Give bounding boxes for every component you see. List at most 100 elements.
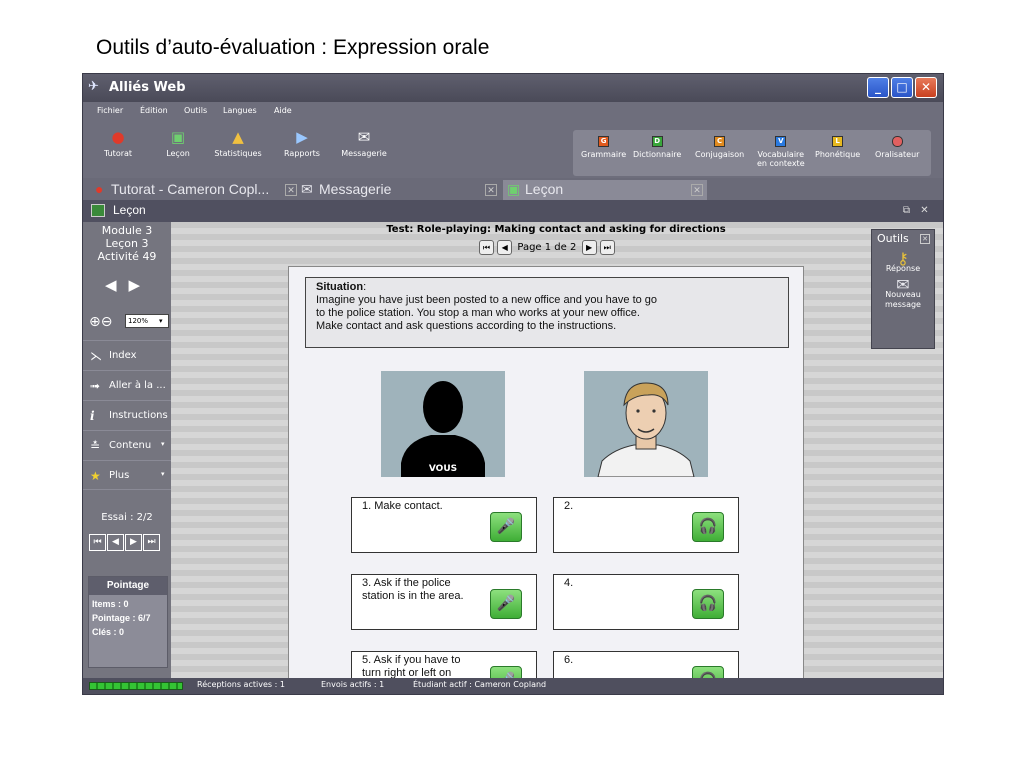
situation-line: Make contact and ask questions according… [316, 320, 617, 332]
prompt-box-3: 3. Ask if the police station is in the a… [351, 574, 537, 630]
prompt-box-6: 6. 🎧 [553, 651, 739, 678]
message-icon: ✉ [357, 128, 371, 146]
oralisateur-button[interactable]: Oralisateur [875, 136, 919, 159]
statistiques-button[interactable]: ▲ Statistiques [209, 128, 267, 158]
lesson-content: Test: Role-playing: Making contact and a… [171, 222, 943, 678]
menu-edition[interactable]: Édition [140, 106, 168, 115]
messagerie-button[interactable]: ✉ Messagerie [335, 128, 393, 158]
listen-button[interactable]: 🎧 [692, 512, 724, 542]
prompt-box-4: 4. 🎧 [553, 574, 739, 630]
reports-folder-icon: ▶ [296, 128, 308, 146]
last-page-icon[interactable]: ⏭ [599, 240, 615, 255]
toolbar: ● Tutorat ▣ Leçon ▲ Statistiques ▶ Rappo… [83, 122, 943, 178]
score-header: Pointage [89, 577, 167, 595]
tab-close-icon[interactable]: ✕ [485, 184, 497, 196]
tab-tutorat-label: Tutorat - Cameron Copl... [111, 181, 270, 197]
menu-fichier[interactable]: Fichier [97, 106, 123, 115]
tab-lecon[interactable]: ▣ Leçon ✕ [503, 180, 707, 200]
chevron-down-icon: ▾ [161, 440, 165, 448]
lecon-button[interactable]: ▣ Leçon [149, 128, 207, 158]
lecon-label: Leçon [166, 149, 190, 158]
minimize-button[interactable]: _ [867, 77, 889, 98]
page-indicator: Page 1 de 2 [517, 242, 577, 253]
activity-progress-bar [89, 682, 183, 690]
conjugation-icon: C [714, 136, 726, 147]
close-button[interactable]: ✕ [915, 77, 937, 98]
listen-button[interactable]: 🎧 [692, 589, 724, 619]
tab-messagerie[interactable]: ✉ Messagerie ✕ [299, 180, 499, 200]
tutorat-button[interactable]: ● Tutorat [89, 128, 147, 158]
rapports-label: Rapports [284, 149, 320, 158]
close-icon[interactable]: ✕ [917, 203, 932, 218]
zoom-controls: ⊕⊖ [89, 314, 112, 330]
test-title: Test: Role-playing: Making contact and a… [386, 224, 726, 235]
speaker-icon [891, 136, 903, 147]
zoom-select[interactable]: 120% ▾ [125, 314, 169, 328]
dictionnaire-button[interactable]: D Dictionnaire [633, 136, 681, 159]
grammaire-button[interactable]: G Grammaire [581, 136, 626, 159]
menu-outils[interactable]: Outils [184, 106, 207, 115]
record-microphone-button[interactable]: 🎤 [490, 512, 522, 542]
conjugaison-button[interactable]: C Conjugaison [695, 136, 744, 159]
zoom-out-icon[interactable]: ⊖ [101, 314, 113, 330]
prompt-text: 1. Make contact. [362, 500, 443, 512]
tab-close-icon[interactable]: ✕ [285, 184, 297, 196]
language-tools-group: G Grammaire D Dictionnaire C Conjugaison… [573, 130, 931, 176]
previous-arrow-icon[interactable]: ◀ [105, 276, 129, 294]
first-page-icon[interactable]: ⏮ [479, 240, 494, 255]
menu-aide[interactable]: Aide [274, 106, 292, 115]
page-navigator: ⏮ ◀ Page 1 de 2 ▶ ⏭ [479, 240, 615, 255]
lesson-monitor-icon: ▣ [507, 181, 521, 197]
slide-title: Outils d’auto-évaluation : Expression or… [96, 36, 490, 59]
portrait-vous: VOUS [381, 371, 505, 477]
reponse-tool[interactable]: ⚷ Réponse [872, 251, 934, 274]
apple-icon: ● [111, 128, 125, 146]
nav-plus[interactable]: ★ Plus ▾ [83, 460, 171, 490]
menu-bar: Fichier Édition Outils Langues Aide [83, 102, 943, 122]
module-label: Module 3 [101, 224, 153, 237]
lesson-title: Leçon [113, 203, 146, 217]
next-page-icon[interactable]: ▶ [581, 240, 597, 255]
restore-icon[interactable]: ⧉ [899, 203, 914, 218]
reponse-label: Réponse [885, 264, 921, 273]
apple-icon: ● [95, 181, 104, 197]
prompt-text: 4. [564, 577, 574, 589]
situation-line: Imagine you have just been posted to a n… [316, 294, 658, 306]
previous-page-icon[interactable]: ◀ [497, 240, 513, 255]
prompt-text: 3. Ask if the police station is in the a… [362, 577, 464, 602]
nouveau-message-tool[interactable]: ✉ Nouveau message [872, 277, 934, 310]
tab-close-icon[interactable]: ✕ [691, 184, 703, 196]
nav-aller-a[interactable]: ➟ Aller à la ... [83, 370, 171, 400]
vocabulaire-button[interactable]: V Vocabulaire en contexte [757, 136, 805, 168]
chevron-down-icon: ▾ [159, 317, 163, 325]
next-arrow-icon[interactable]: ▶ [129, 276, 153, 294]
nav-contenu[interactable]: ≛ Contenu ▾ [83, 430, 171, 460]
record-microphone-button[interactable]: 🎤 [490, 666, 522, 678]
status-etudiant: Étudiant actif : Cameron Copland [413, 680, 547, 689]
lesson-header-bar: Leçon ⧉ ✕ [83, 200, 943, 222]
outils-panel: Outils ✕ ⚷ Réponse ✉ Nouveau message [871, 229, 935, 349]
menu-langues[interactable]: Langues [223, 106, 257, 115]
zoom-in-icon[interactable]: ⊕ [89, 314, 101, 330]
record-microphone-button[interactable]: 🎤 [490, 589, 522, 619]
next-attempt-icon[interactable]: ▶ [125, 534, 142, 551]
listen-button[interactable]: 🎧 [692, 666, 724, 678]
close-icon[interactable]: ✕ [920, 234, 930, 244]
tab-tutorat[interactable]: ● Tutorat - Cameron Copl... ✕ [91, 180, 297, 200]
vocabulaire-label-2: en contexte [757, 159, 805, 168]
phonetique-button[interactable]: L Phonétique [815, 136, 860, 159]
nav-instructions[interactable]: i Instructions [83, 400, 171, 430]
app-window: ✈ Alliés Web _ □ ✕ Fichier Édition Outil… [82, 73, 944, 695]
previous-attempt-icon[interactable]: ◀ [107, 534, 124, 551]
attempt-nav: ⏮ ◀ ▶ ⏭ [89, 533, 161, 551]
maximize-button[interactable]: □ [891, 77, 913, 98]
goto-arrow-icon: ➟ [90, 379, 101, 393]
activity-nav: ◀▶ [105, 276, 152, 294]
first-attempt-icon[interactable]: ⏮ [89, 534, 106, 551]
nav-index[interactable]: ⋋ Index [83, 340, 171, 370]
grammar-icon: G [598, 136, 610, 147]
last-attempt-icon[interactable]: ⏭ [143, 534, 160, 551]
window-title: Alliés Web [109, 80, 186, 95]
headphones-icon: 🎧 [698, 595, 718, 612]
rapports-button[interactable]: ▶ Rapports [273, 128, 331, 158]
